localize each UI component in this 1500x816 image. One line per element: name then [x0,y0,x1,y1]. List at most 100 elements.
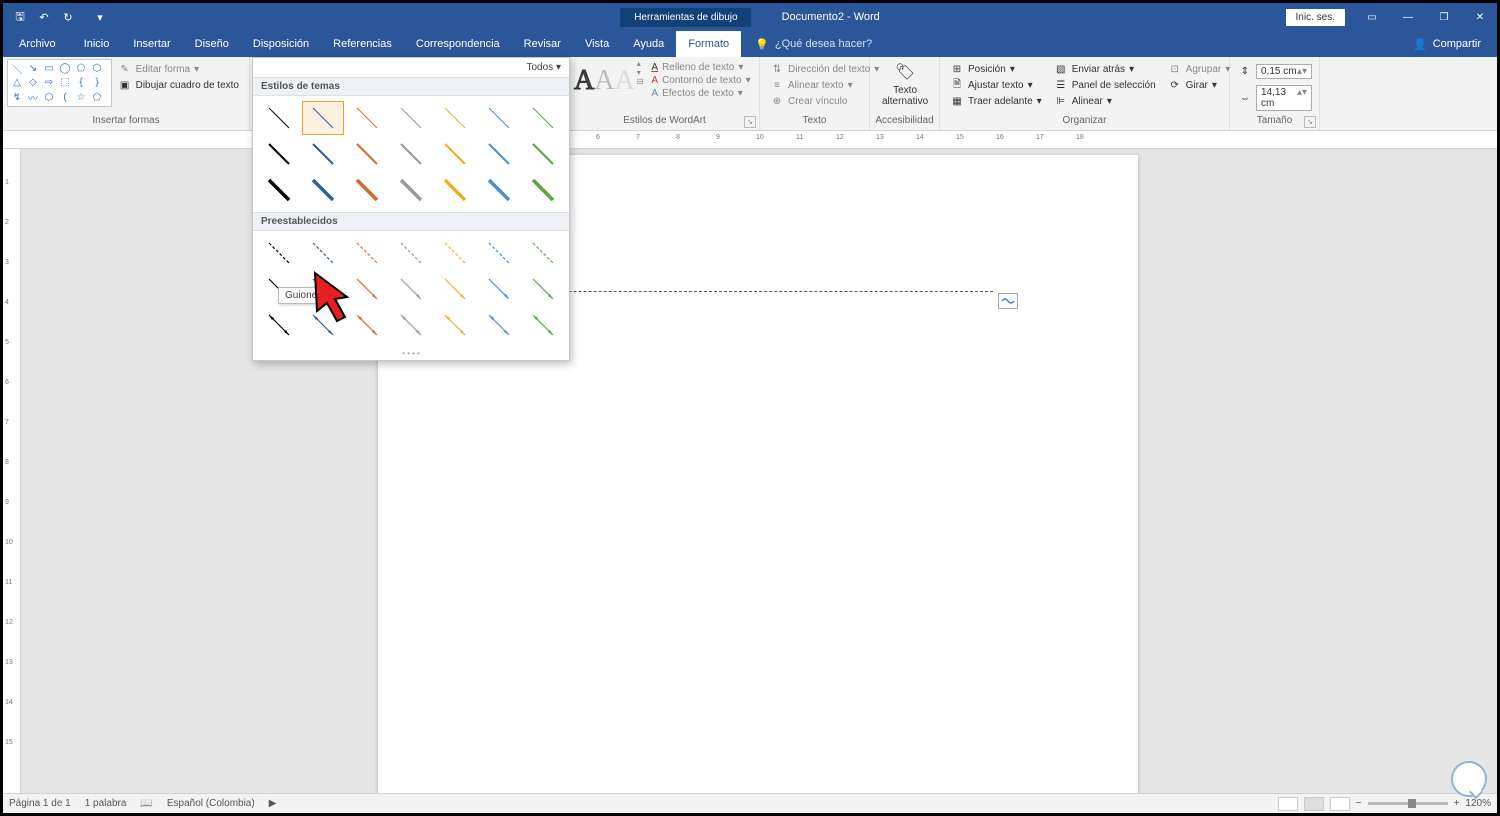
tab-help[interactable]: Ayuda [621,31,676,57]
close-button[interactable]: ✕ [1463,3,1497,31]
style-swatch[interactable] [522,137,564,171]
height-input[interactable]: 0,15 cm▴▾ [1256,64,1312,79]
web-layout-button[interactable] [1330,797,1350,811]
style-swatch[interactable] [478,236,520,270]
style-swatch[interactable] [478,101,520,135]
dialog-launcher-icon[interactable]: ↘ [744,116,756,128]
gallery-more-button[interactable]: ⊟ [637,77,644,86]
style-swatch[interactable] [434,236,476,270]
style-swatch[interactable] [434,137,476,171]
gallery-down-button[interactable]: ▾ [637,68,644,77]
tab-format[interactable]: Formato [676,31,741,57]
spellcheck-icon[interactable]: 📖 [140,798,152,809]
style-swatch[interactable] [390,236,432,270]
all-styles-button[interactable]: Todos ▾ [527,62,562,73]
align-text-button: ≡Alinear texto ▾ [768,77,881,93]
wordart-preset[interactable]: A [574,59,594,103]
zoom-level[interactable]: 120% [1465,798,1491,809]
style-swatch[interactable] [302,137,344,171]
tab-review[interactable]: Revisar [512,31,573,57]
style-swatch[interactable] [390,101,432,135]
style-swatch[interactable] [258,101,300,135]
sign-in-button[interactable]: Inic. ses. [1286,9,1345,26]
style-swatch[interactable] [390,173,432,207]
language-indicator[interactable]: Español (Colombia) [167,798,255,809]
save-button[interactable]: 🖫 [9,6,31,28]
print-layout-button[interactable] [1304,797,1324,811]
zoom-slider[interactable] [1368,802,1448,805]
text-box-button[interactable]: ▣Dibujar cuadro de texto [116,77,241,93]
tab-view[interactable]: Vista [573,31,621,57]
group-label: Tamaño [1234,115,1315,128]
maximize-button[interactable]: ❐ [1427,3,1461,31]
style-swatch[interactable] [302,101,344,135]
style-swatch[interactable] [434,101,476,135]
group-label: Estilos de WordArt [574,115,755,128]
style-swatch[interactable] [258,173,300,207]
zoom-out-button[interactable]: − [1356,798,1362,809]
tell-me-search[interactable]: 💡 ¿Qué desea hacer? [755,31,872,57]
vertical-ruler[interactable]: 123456789101112131415 [3,149,21,793]
align-button[interactable]: ⊫Alinear ▾ [1052,93,1158,109]
style-swatch[interactable] [346,236,388,270]
style-swatch[interactable] [302,173,344,207]
page-indicator[interactable]: Página 1 de 1 [9,798,71,809]
zoom-in-button[interactable]: + [1454,798,1460,809]
bring-forward-button[interactable]: ▦Traer adelante ▾ [948,93,1044,109]
undo-button[interactable]: ↶ [33,6,55,28]
word-count[interactable]: 1 palabra [85,798,127,809]
style-swatch[interactable] [522,101,564,135]
style-swatch[interactable] [522,173,564,207]
style-swatch[interactable] [346,101,388,135]
minimize-button[interactable]: — [1391,3,1425,31]
style-swatch[interactable] [522,308,564,342]
tab-mail[interactable]: Correspondencia [404,31,512,57]
style-swatch[interactable] [258,308,300,342]
style-swatch[interactable] [390,272,432,306]
dialog-launcher-icon[interactable]: ↘ [1304,116,1316,128]
style-swatch[interactable] [478,308,520,342]
alt-text-button[interactable]: 🏷 Texto alternativo [874,59,936,109]
width-input[interactable]: 14,13 cm▴▾ [1256,85,1312,111]
wordart-preset[interactable]: A [594,59,614,103]
tab-insert[interactable]: Insertar [121,31,182,57]
rotate-button[interactable]: ⟳Girar ▾ [1166,77,1233,93]
style-swatch[interactable] [434,272,476,306]
send-backward-button[interactable]: ▧Enviar atrás ▾ [1052,61,1158,77]
share-button[interactable]: 👤 Compartir [1397,31,1497,57]
style-swatch[interactable] [258,236,300,270]
customize-qat-button[interactable]: ▾ [89,6,111,28]
shapes-gallery[interactable]: ＼↘▭◯⬠⬡ △◇⇨⬚{} ↯〰⬡(☆⬠ [7,59,112,107]
tab-layout[interactable]: Disposición [241,31,321,57]
tab-home[interactable]: Inicio [72,31,122,57]
horizontal-ruler[interactable]: 123456789101112131415161718 [3,131,1497,149]
macro-icon[interactable]: ▶ [269,798,277,809]
ribbon-display-button[interactable]: ▭ [1355,3,1389,31]
gallery-up-button[interactable]: ▴ [637,59,644,68]
position-button[interactable]: ⊞Posición ▾ [948,61,1044,77]
style-swatch[interactable] [434,173,476,207]
style-swatch[interactable] [434,308,476,342]
style-swatch[interactable] [346,173,388,207]
tab-references[interactable]: Referencias [321,31,404,57]
style-swatch[interactable] [346,137,388,171]
style-swatch[interactable] [390,137,432,171]
layout-options-button[interactable] [998,293,1018,309]
tab-file[interactable]: Archivo [3,31,72,57]
style-swatch[interactable] [478,173,520,207]
tab-design[interactable]: Diseño [183,31,241,57]
style-swatch[interactable] [522,236,564,270]
wrap-text-button[interactable]: 🗎Ajustar texto ▾ [948,77,1044,93]
style-swatch[interactable] [258,137,300,171]
style-swatch[interactable] [478,272,520,306]
read-mode-button[interactable] [1278,797,1298,811]
wordart-preset[interactable]: A [614,59,634,103]
selection-pane-button[interactable]: ☰Panel de selección [1052,77,1158,93]
redo-button[interactable]: ↻ [57,6,79,28]
ruler-tick: 6 [5,379,9,386]
wrap-icon: 🗎 [950,78,964,92]
style-swatch[interactable] [522,272,564,306]
style-swatch[interactable] [390,308,432,342]
style-swatch[interactable] [478,137,520,171]
style-swatch[interactable] [302,236,344,270]
